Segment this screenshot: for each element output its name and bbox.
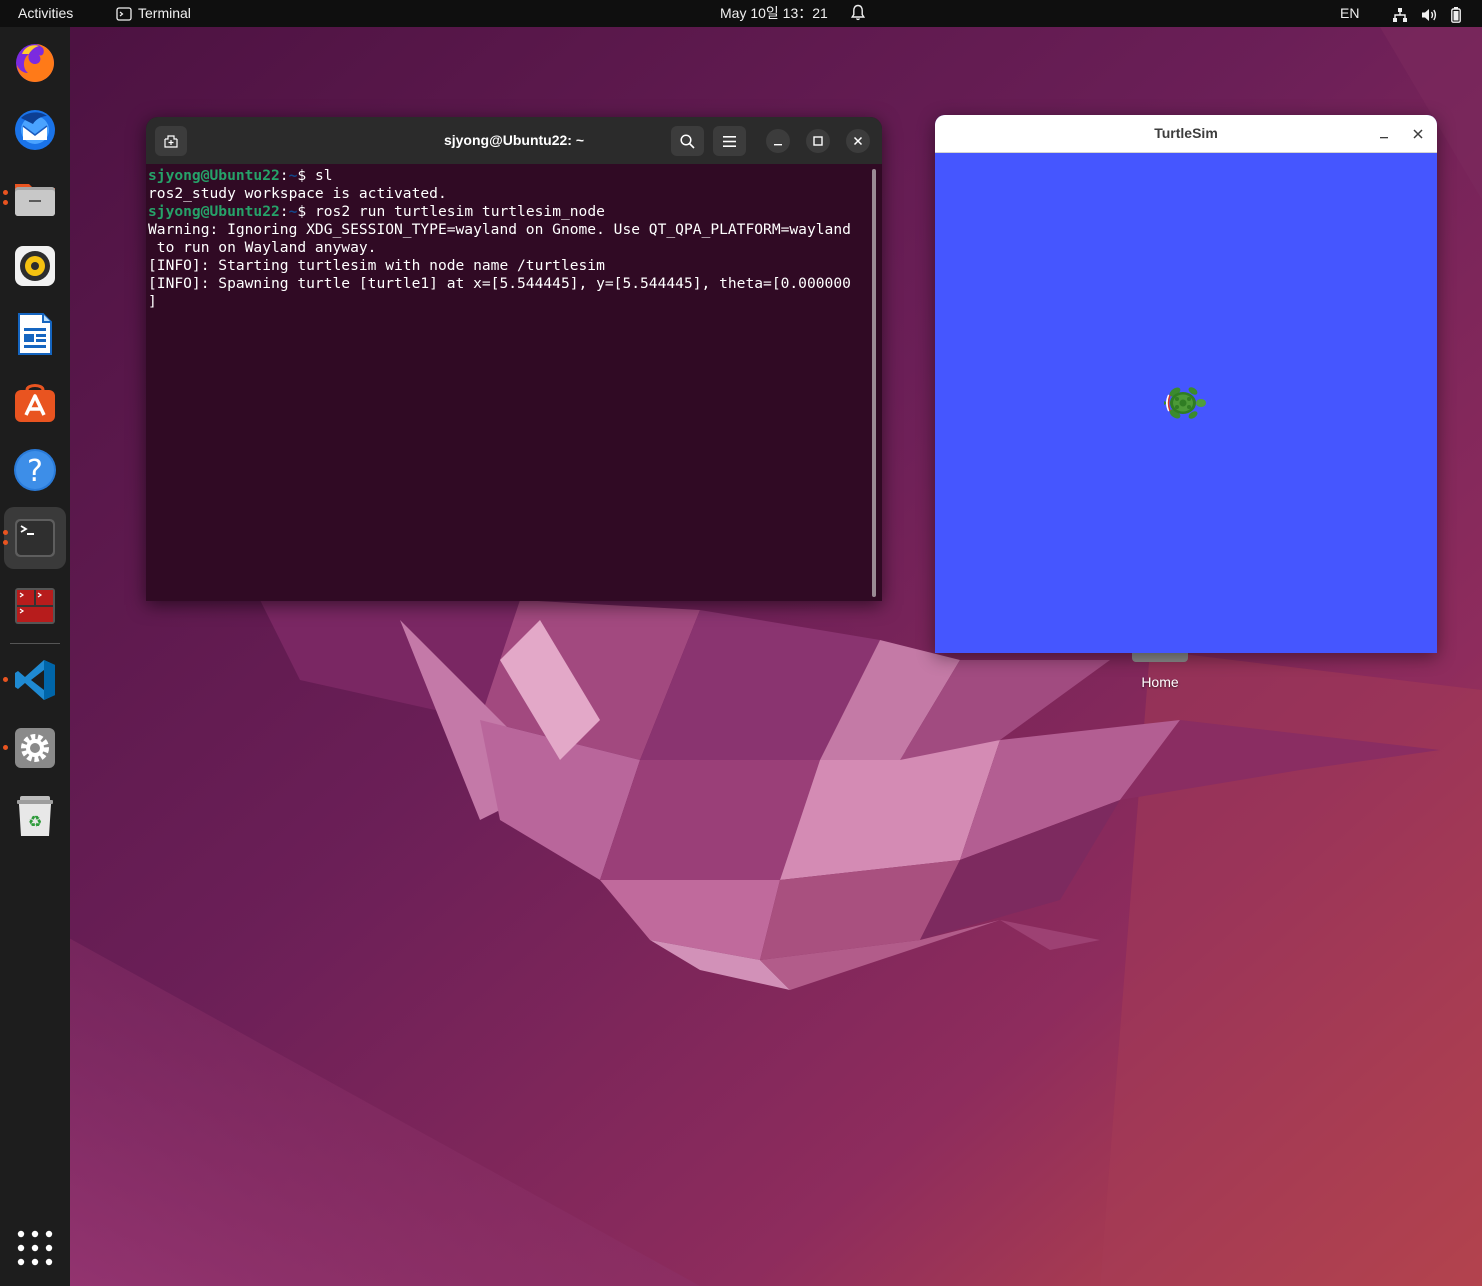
svg-text:♻: ♻	[28, 812, 42, 831]
dock-thunderbird[interactable]	[4, 99, 66, 161]
dock-firefox[interactable]	[4, 31, 66, 93]
terminal-minimize-button[interactable]	[766, 129, 790, 153]
home-label: Home	[1141, 674, 1179, 690]
svg-text:?: ?	[27, 454, 43, 489]
clock[interactable]: May 10일 13：21	[720, 0, 828, 27]
new-tab-button[interactable]	[155, 126, 187, 156]
minimize-icon	[774, 144, 782, 146]
dock-ubuntu-software[interactable]	[4, 371, 66, 433]
terminal-header-bar[interactable]: sjyong@Ubuntu22: ~	[146, 117, 882, 164]
prompt-path: ~	[288, 167, 298, 184]
new-tab-icon	[164, 135, 178, 148]
terminal-app-icon	[116, 6, 132, 21]
battery-icon[interactable]	[1451, 5, 1461, 23]
prompt-user: sjyong@Ubuntu22	[148, 167, 280, 184]
terminal-line-6: [INFO]: Starting turtlesim with node nam…	[148, 257, 605, 274]
dock-terminal[interactable]	[3, 507, 66, 569]
terminal-line-5: to run on Wayland anyway.	[148, 239, 377, 256]
dock-help[interactable]: ?	[4, 439, 66, 501]
command-text: ros2 run turtlesim turtlesim_node	[314, 203, 605, 220]
turtlesim-minimize-icon[interactable]	[1375, 125, 1393, 143]
thunderbird-icon	[15, 110, 55, 150]
running-indicator	[3, 190, 8, 195]
terminal-line-4: Warning: Ignoring XDG_SESSION_TYPE=wayla…	[148, 221, 851, 238]
terminal-scrollbar[interactable]	[872, 169, 876, 597]
settings-gear-icon	[15, 728, 55, 768]
turtlesim-title: TurtleSim	[1154, 125, 1218, 141]
turtlesim-window[interactable]: TurtleSim	[935, 115, 1437, 653]
top-bar: Activities Terminal May 10일 13：21 EN	[0, 0, 1482, 27]
app-menu[interactable]: Terminal	[116, 0, 191, 27]
show-applications-grid-icon[interactable]	[14, 1227, 56, 1269]
terminal-window[interactable]: sjyong@Ubuntu22: ~ sjyong@Ubuntu22:~$ sl…	[146, 117, 882, 601]
running-indicator	[3, 677, 8, 682]
terminal-search-button[interactable]	[671, 126, 704, 156]
terminal-icon	[15, 519, 55, 557]
terminal-output[interactable]: sjyong@Ubuntu22:~$ sl ros2_study workspac…	[148, 167, 870, 597]
command-text: sl	[314, 167, 333, 184]
turtlesim-canvas	[935, 153, 1437, 653]
dock-rhythmbox[interactable]	[4, 235, 66, 297]
dock-settings[interactable]	[3, 717, 66, 779]
turtlesim-header-bar[interactable]: TurtleSim	[935, 115, 1437, 153]
terminator-icon	[15, 588, 55, 624]
running-indicator	[3, 745, 8, 750]
firefox-icon	[16, 44, 54, 82]
libreoffice-writer-icon	[18, 313, 52, 355]
trash-icon: ♻	[17, 796, 53, 836]
terminal-line-3: sjyong@Ubuntu22:~$ ros2 run turtlesim tu…	[148, 203, 605, 220]
files-icon	[15, 184, 55, 216]
terminal-line-8: ]	[148, 293, 157, 310]
dock-separator	[10, 643, 60, 644]
dock-libreoffice-writer[interactable]	[4, 303, 66, 365]
dock-vscode[interactable]	[3, 649, 66, 711]
help-icon: ?	[14, 449, 56, 491]
terminal-line-2: ros2_study workspace is activated.	[148, 185, 447, 202]
terminal-maximize-button[interactable]	[806, 129, 830, 153]
running-indicator	[3, 530, 8, 535]
language-indicator[interactable]: EN	[1340, 0, 1359, 27]
prompt-path: ~	[288, 203, 298, 220]
search-icon	[680, 133, 695, 149]
terminal-menu-button[interactable]	[713, 126, 746, 156]
dock-terminator[interactable]	[4, 575, 66, 637]
network-icon[interactable]	[1392, 5, 1408, 22]
running-indicator	[3, 200, 8, 205]
vscode-icon	[15, 660, 55, 700]
terminal-close-button[interactable]	[846, 129, 870, 153]
app-menu-label: Terminal	[138, 5, 191, 21]
ubuntu-software-icon	[15, 384, 55, 422]
hamburger-menu-icon	[723, 135, 736, 147]
turtlesim-close-icon[interactable]	[1409, 125, 1427, 143]
rhythmbox-icon	[15, 246, 55, 286]
dock: ? ♻	[0, 27, 70, 1286]
volume-icon[interactable]	[1421, 5, 1438, 21]
terminal-line-1: sjyong@Ubuntu22:~$ sl	[148, 167, 333, 184]
notification-bell-icon[interactable]	[850, 4, 866, 22]
activities-button[interactable]: Activities	[18, 0, 73, 27]
prompt-user: sjyong@Ubuntu22	[148, 203, 280, 220]
running-indicator	[3, 540, 8, 545]
turtle-icon	[1164, 387, 1206, 419]
desktop-home-folder[interactable]: Home	[1118, 648, 1202, 698]
dock-files[interactable]	[3, 167, 66, 229]
close-icon	[853, 136, 863, 146]
terminal-line-7: [INFO]: Spawning turtle [turtle1] at x=[…	[148, 275, 851, 292]
dock-trash[interactable]: ♻	[4, 785, 66, 847]
maximize-icon	[813, 136, 823, 146]
